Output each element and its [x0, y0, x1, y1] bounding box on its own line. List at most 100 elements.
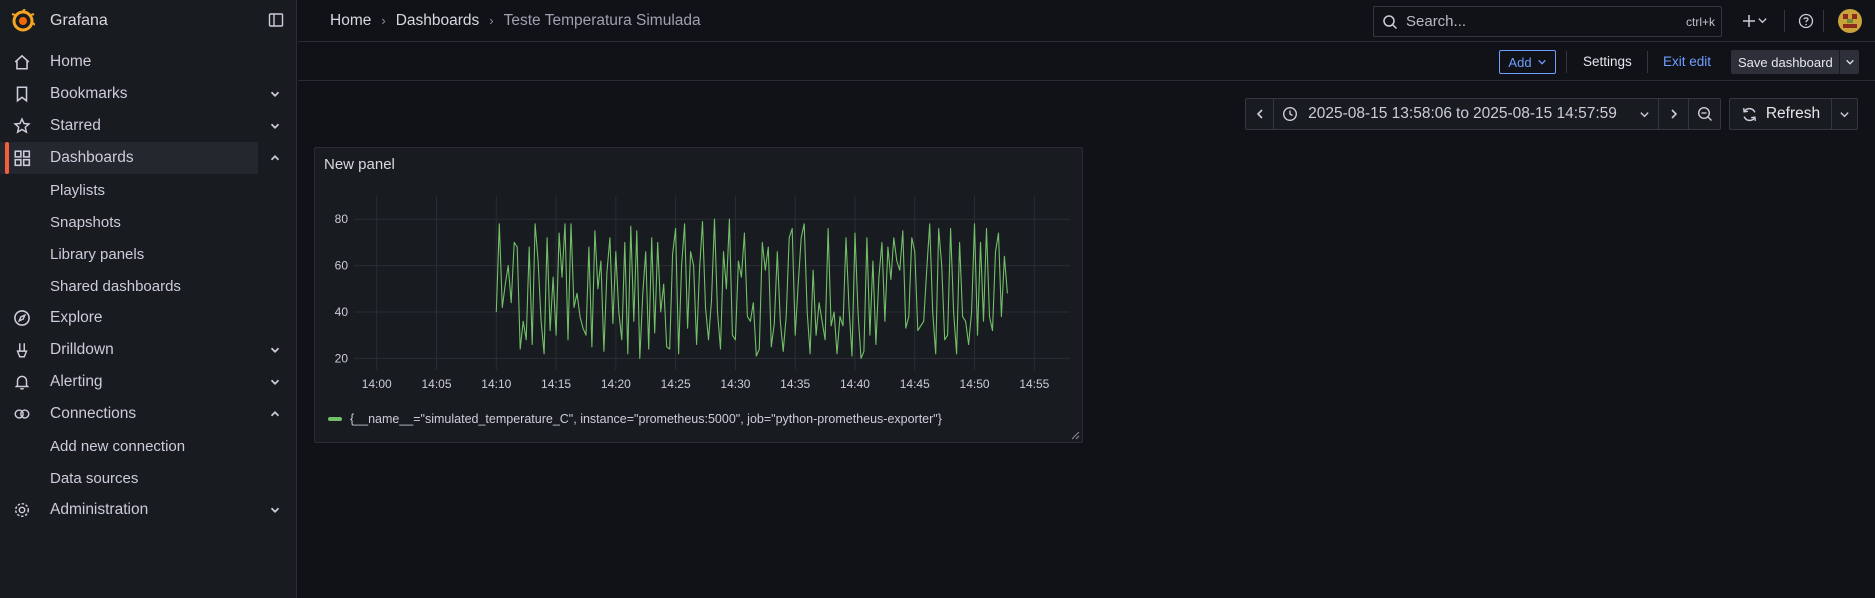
- breadcrumb: Home › Dashboards › Teste Temperatura Si…: [330, 12, 701, 30]
- zoom-out-button[interactable]: [1689, 99, 1720, 129]
- x-tick-label: 14:15: [541, 377, 571, 391]
- bookmark-icon: [16, 86, 28, 103]
- exit-edit-button[interactable]: Exit edit: [1663, 54, 1711, 69]
- breadcrumb-separator: ›: [381, 13, 386, 28]
- sidebar-item-snapshots[interactable]: Snapshots: [0, 206, 296, 238]
- y-tick-label: 20: [335, 351, 349, 365]
- app-name: Grafana: [50, 12, 108, 29]
- x-tick-label: 14:10: [481, 377, 511, 391]
- breadcrumb-dashboards[interactable]: Dashboards: [396, 12, 480, 30]
- sidebar-item-label: Bookmarks: [50, 85, 128, 102]
- series-line: [495, 218, 1008, 359]
- dock-menu-icon[interactable]: [268, 12, 284, 28]
- sidebar-item-bookmarks[interactable]: Bookmarks: [0, 78, 296, 110]
- chevron-up-icon[interactable]: [268, 407, 282, 421]
- sidebar-item-label: Explore: [50, 309, 103, 326]
- mega-menu-sidebar: Grafana Home Bookmarks Starred Dashboards Pl…: [0, 0, 297, 598]
- time-range-to: 2025-08-15 14:57:59: [1472, 105, 1617, 122]
- chevron-left-icon: [1256, 109, 1263, 119]
- refresh-picker: Refresh: [1729, 98, 1858, 130]
- x-tick-label: 14:55: [1019, 377, 1049, 391]
- sidebar-item-dashboards[interactable]: Dashboards: [0, 142, 280, 174]
- sidebar-item-administration[interactable]: Administration: [0, 494, 296, 526]
- settings-button[interactable]: Settings: [1583, 54, 1632, 69]
- chevron-down-icon[interactable]: [268, 503, 282, 517]
- x-tick-label: 14:05: [421, 377, 451, 391]
- drilldown-icon: [16, 343, 28, 358]
- dashboard-edit-toolbar: Add Settings Exit edit Save dashboard: [298, 43, 1875, 81]
- breadcrumb-separator: ›: [489, 13, 494, 28]
- chevron-right-icon: [1670, 109, 1677, 119]
- refresh-label: Refresh: [1765, 105, 1821, 122]
- chevron-up-icon[interactable]: [268, 151, 282, 165]
- search-box[interactable]: ctrl+k: [1373, 6, 1722, 37]
- sidebar-item-connections[interactable]: Connections: [0, 398, 296, 430]
- chevron-down-icon[interactable]: [268, 119, 282, 133]
- brand-header: Grafana: [0, 0, 296, 42]
- sidebar-item-drilldown[interactable]: Drilldown: [0, 334, 296, 366]
- sidebar-item-label: Add new connection: [50, 437, 186, 455]
- user-avatar[interactable]: [1838, 9, 1862, 33]
- sidebar-item-label: Snapshots: [50, 213, 121, 231]
- chevron-down-icon[interactable]: [268, 87, 282, 101]
- y-tick-label: 40: [335, 305, 349, 319]
- help-icon[interactable]: [1798, 13, 1814, 29]
- time-range-from: 2025-08-15 13:58:06: [1308, 105, 1453, 122]
- sidebar-item-label: Data sources: [50, 469, 139, 487]
- time-range-button[interactable]: 2025-08-15 13:58:06 to 2025-08-15 14:57:59: [1274, 99, 1659, 129]
- sidebar-item-playlists[interactable]: Playlists: [0, 174, 296, 206]
- chevron-down-icon[interactable]: [268, 343, 282, 357]
- refresh-button[interactable]: Refresh: [1730, 99, 1832, 129]
- x-tick-label: 14:50: [960, 377, 990, 391]
- plus-icon[interactable]: [1741, 13, 1757, 29]
- sidebar-item-label: Connections: [50, 405, 137, 422]
- chevron-down-icon: [1537, 59, 1546, 65]
- add-button-label: Add: [1508, 54, 1532, 70]
- chart-legend[interactable]: {__name__="simulated_temperature_C", ins…: [328, 412, 942, 426]
- x-tick-label: 14:35: [780, 377, 810, 391]
- save-dashboard-button[interactable]: Save dashboard: [1731, 50, 1859, 74]
- resize-handle-icon[interactable]: [1071, 431, 1080, 440]
- sidebar-item-starred[interactable]: Starred: [0, 110, 296, 142]
- divider: [1647, 51, 1648, 73]
- sidebar-item-library-panels[interactable]: Library panels: [0, 238, 296, 270]
- chevron-down-icon[interactable]: [268, 375, 282, 389]
- compass-icon: [14, 310, 30, 326]
- sidebar-item-add-new-connection[interactable]: Add new connection: [0, 430, 296, 462]
- time-range-to-word: to: [1456, 105, 1469, 122]
- dashboard-panel[interactable]: New panel 20 40 60 80 14:00 14:05 14:10 14:15 14…: [314, 147, 1083, 443]
- y-tick-label: 80: [335, 212, 349, 226]
- search-input[interactable]: [1406, 13, 1656, 30]
- divider: [1566, 51, 1567, 73]
- sidebar-item-explore[interactable]: Explore: [0, 302, 296, 334]
- time-series-chart[interactable]: 20 40 60 80 14:00 14:05 14:10 14:15 14:20 14:25 14…: [315, 148, 1082, 408]
- zoom-out-icon: [1697, 106, 1712, 121]
- sync-icon: [1742, 107, 1756, 121]
- chevron-down-icon: [1845, 59, 1854, 65]
- time-back-button[interactable]: [1246, 99, 1274, 129]
- x-tick-label: 14:20: [601, 377, 631, 391]
- grafana-logo-icon[interactable]: [11, 9, 35, 33]
- sidebar-item-shared-dashboards[interactable]: Shared dashboards: [0, 270, 296, 302]
- save-options-button[interactable]: [1839, 50, 1859, 74]
- divider: [1823, 10, 1824, 32]
- chevron-down-icon: [1840, 111, 1849, 117]
- sidebar-item-data-sources[interactable]: Data sources: [0, 462, 296, 494]
- sidebar-item-alerting[interactable]: Alerting: [0, 366, 296, 398]
- x-tick-label: 14:30: [720, 377, 750, 391]
- top-bar: Home › Dashboards › Teste Temperatura Si…: [298, 0, 1875, 42]
- save-dashboard-label: Save dashboard: [1738, 54, 1833, 70]
- time-forward-button[interactable]: [1659, 99, 1689, 129]
- add-button[interactable]: Add: [1499, 50, 1556, 74]
- star-icon: [13, 117, 31, 134]
- sidebar-item-label: Playlists: [50, 181, 106, 199]
- sidebar-item-home[interactable]: Home: [0, 46, 296, 78]
- breadcrumb-home[interactable]: Home: [330, 12, 371, 30]
- x-tick-label: 14:45: [900, 377, 930, 391]
- sidebar-item-label: Home: [50, 53, 92, 70]
- chevron-down-icon[interactable]: [1757, 15, 1768, 26]
- x-tick-label: 14:40: [840, 377, 870, 391]
- cog-icon: [14, 502, 30, 518]
- x-tick-label: 14:00: [362, 377, 392, 391]
- refresh-interval-button[interactable]: [1832, 99, 1857, 129]
